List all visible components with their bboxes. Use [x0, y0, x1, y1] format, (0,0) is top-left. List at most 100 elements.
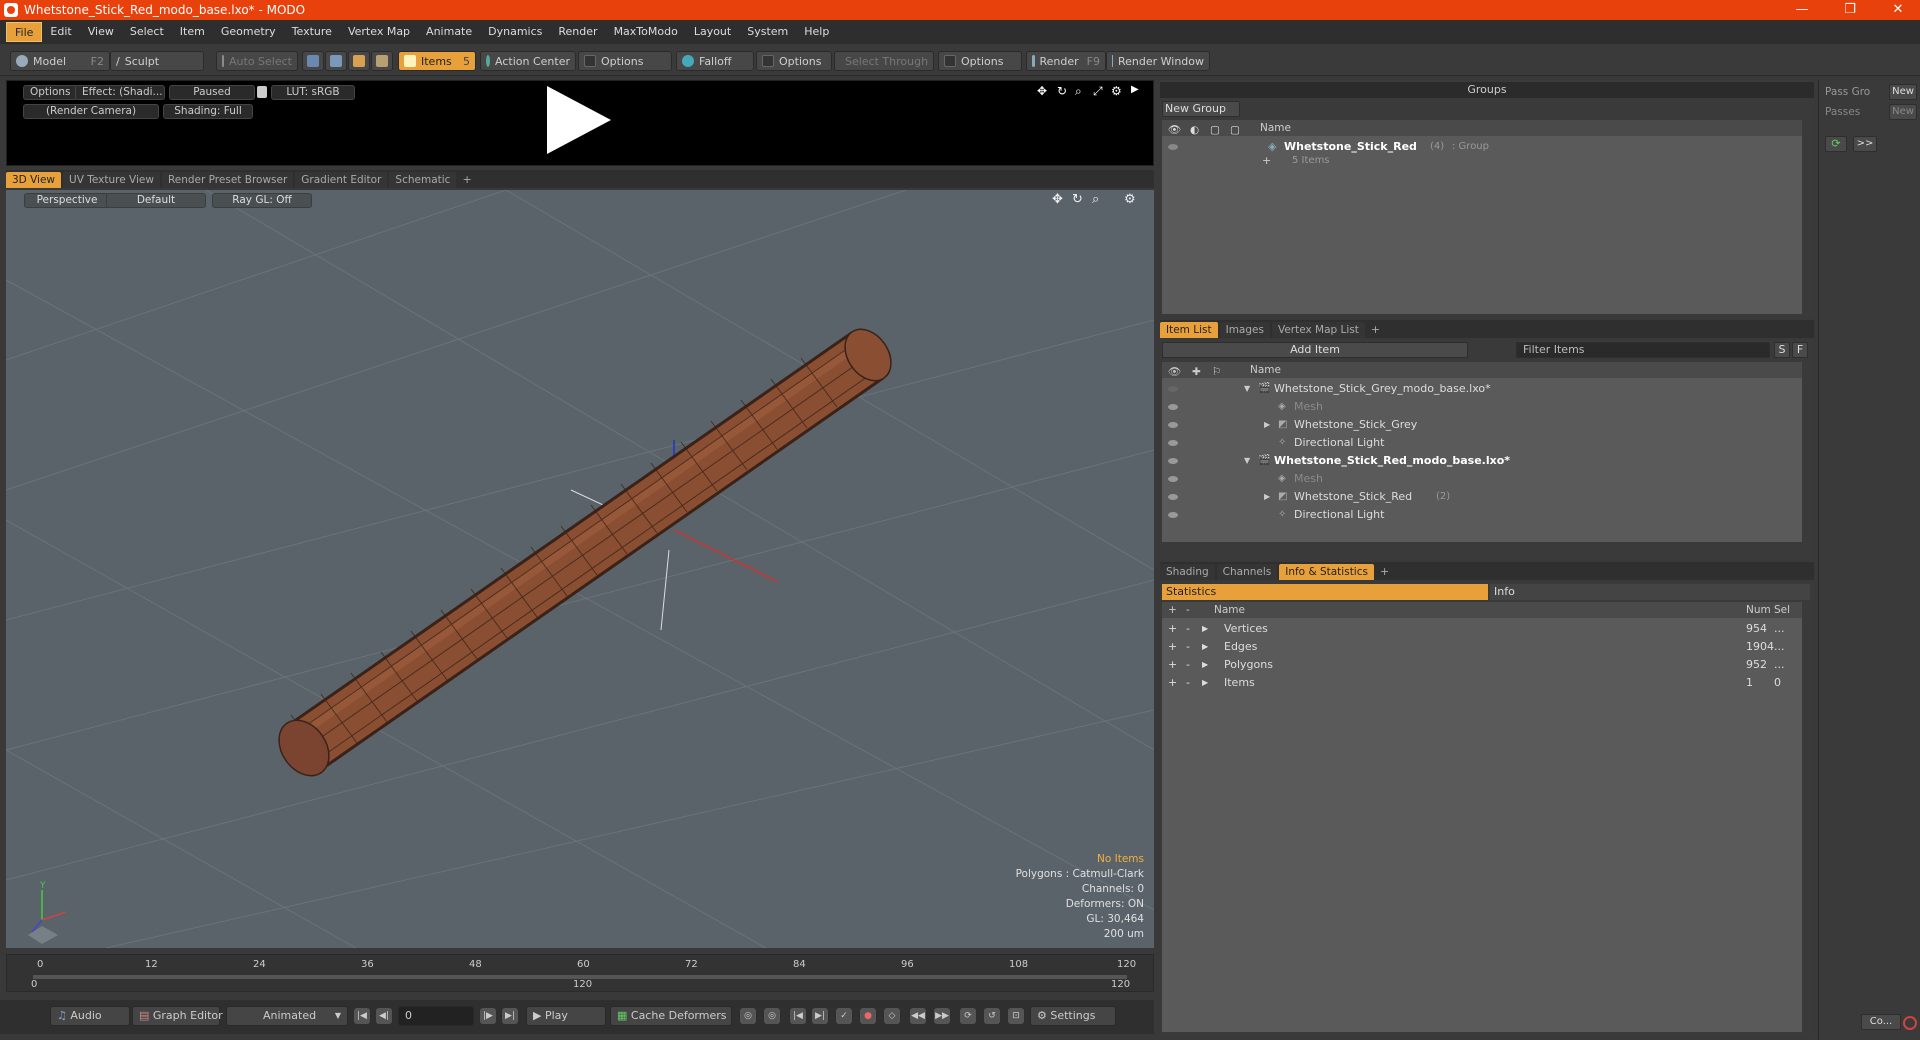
remove-icon[interactable]: -: [1186, 620, 1190, 638]
item-list-row[interactable]: ✧ Directional Light: [1162, 506, 1802, 524]
record-circle-icon[interactable]: [1903, 1016, 1917, 1030]
eye-icon[interactable]: [1168, 512, 1178, 518]
item-list-row[interactable]: ▼ 🎬 Whetstone_Stick_Grey_modo_base.lxo*: [1162, 380, 1802, 398]
add-icon[interactable]: +: [1168, 638, 1177, 656]
expand-arrow-icon[interactable]: ▶: [1264, 416, 1270, 434]
3d-viewport[interactable]: Y No Items Polygons : Catmull-Clark Chan…: [6, 190, 1154, 948]
select-through-button[interactable]: Select Through: [834, 51, 934, 71]
shading-dropdown[interactable]: Shading: Full: [163, 104, 253, 119]
expand-icon[interactable]: +: [1262, 152, 1271, 170]
tab-uv-texture-view[interactable]: UV Texture View: [63, 172, 160, 188]
tab-schematic[interactable]: Schematic: [389, 172, 457, 188]
expand-arrow-icon[interactable]: ▶: [1202, 620, 1208, 638]
item-list-row[interactable]: ◈ Mesh: [1162, 398, 1802, 416]
model-mode-button[interactable]: Model F2: [10, 51, 110, 71]
whetstone-stick-mesh[interactable]: [269, 321, 901, 786]
item-list-row[interactable]: ◈ Mesh: [1162, 470, 1802, 488]
new-pass-button[interactable]: New: [1889, 104, 1917, 120]
link-icon[interactable]: ⟳: [960, 1008, 976, 1024]
new-group-button[interactable]: New Group: [1162, 101, 1240, 117]
expand-arrow-icon[interactable]: ▶: [1202, 674, 1208, 692]
stats-row[interactable]: + - ▶ Vertices 954...: [1162, 620, 1802, 638]
render-window-button[interactable]: Render Window: [1106, 51, 1210, 71]
record-icon[interactable]: ●: [860, 1008, 876, 1024]
shading-style-dropdown[interactable]: Default: [106, 193, 206, 208]
edges-mode-button[interactable]: [325, 51, 347, 71]
tab-images[interactable]: Images: [1219, 322, 1270, 338]
eye-icon[interactable]: [1168, 386, 1178, 392]
eye-icon[interactable]: [1168, 476, 1178, 482]
co-button[interactable]: Co...: [1861, 1014, 1901, 1030]
snap-icon[interactable]: ⊡: [1008, 1008, 1024, 1024]
set-key-icon[interactable]: ✓: [836, 1008, 852, 1024]
key-options-icon[interactable]: ◇: [884, 1008, 900, 1024]
play-button[interactable]: ▶ Play: [526, 1006, 606, 1026]
falloff-options-button[interactable]: Options: [756, 51, 832, 71]
item-list-row[interactable]: ▶ ◩ Whetstone_Stick_Red (2): [1162, 488, 1802, 506]
stats-row[interactable]: + - ▶ Edges 1904...: [1162, 638, 1802, 656]
menu-file[interactable]: File: [6, 22, 43, 42]
menu-layout[interactable]: Layout: [686, 22, 739, 42]
key-icon[interactable]: ◎: [740, 1008, 756, 1024]
add-tab-icon[interactable]: +: [1376, 564, 1393, 580]
action-center-options-button[interactable]: Options: [578, 51, 672, 71]
go-to-start-icon[interactable]: |◀: [354, 1008, 370, 1024]
expand-arrow-icon[interactable]: ▼: [1244, 380, 1250, 398]
add-icon[interactable]: +: [1168, 620, 1177, 638]
prev-key-icon[interactable]: |◀: [790, 1008, 806, 1024]
lock-icon[interactable]: [257, 86, 267, 98]
auto-key-icon[interactable]: ◎: [764, 1008, 780, 1024]
falloff-button[interactable]: Falloff: [676, 51, 754, 71]
play-preview-icon[interactable]: [547, 86, 611, 154]
menu-select[interactable]: Select: [122, 22, 172, 42]
eye-icon[interactable]: [1168, 494, 1178, 500]
filter-f-button[interactable]: F: [1792, 342, 1808, 358]
statistics-table[interactable]: + - Name Num Sel + - ▶ Vertices 954... + - ▶ Edg…: [1162, 602, 1802, 1032]
tab-channels[interactable]: Channels: [1216, 564, 1278, 580]
move-icon[interactable]: ✥: [1037, 84, 1047, 98]
tab-item-list[interactable]: Item List: [1160, 322, 1218, 338]
eye-icon[interactable]: [1168, 144, 1178, 150]
fullscreen-icon[interactable]: ⤢: [1093, 84, 1103, 99]
vertices-mode-button[interactable]: [302, 51, 324, 71]
loop-icon[interactable]: ↺: [984, 1008, 1000, 1024]
add-item-button[interactable]: Add Item: [1162, 342, 1468, 358]
tab-gradient-editor[interactable]: Gradient Editor: [295, 172, 388, 188]
graph-editor-button[interactable]: ▤ Graph Editor: [132, 1006, 223, 1026]
tab-vertex-map-list[interactable]: Vertex Map List: [1271, 322, 1365, 338]
expand-arrow-icon[interactable]: ▶: [1202, 638, 1208, 656]
menu-animate[interactable]: Animate: [418, 22, 480, 42]
cache-deformers-button[interactable]: ▦ Cache Deformers: [610, 1006, 732, 1026]
add-tab-icon[interactable]: +: [458, 172, 475, 188]
audio-button[interactable]: ♫ Audio: [50, 1006, 130, 1026]
info-tab[interactable]: Info: [1490, 584, 1810, 600]
expand-arrow-icon[interactable]: ▶: [1202, 656, 1208, 674]
materials-mode-button[interactable]: [371, 51, 393, 71]
remove-icon[interactable]: -: [1186, 638, 1190, 656]
more-button[interactable]: >>: [1853, 136, 1877, 152]
next-key-icon[interactable]: ▶|: [812, 1008, 828, 1024]
frame-input[interactable]: 0: [398, 1006, 474, 1026]
stats-row[interactable]: + - ▶ Polygons 952...: [1162, 656, 1802, 674]
refresh-icon[interactable]: ⟳: [1825, 136, 1847, 152]
eye-icon[interactable]: [1168, 440, 1178, 446]
statistics-tab[interactable]: Statistics: [1162, 584, 1488, 600]
preview-options-button[interactable]: Options: [23, 85, 78, 100]
groups-list[interactable]: 👁 ◐ ▢ ▢ Name ◈ Whetstone_Stick_Red (4) :…: [1162, 120, 1802, 314]
menu-dynamics[interactable]: Dynamics: [480, 22, 550, 42]
timeline[interactable]: 0 12 24 36 48 60 72 84 96 108 120 0 120 120: [6, 954, 1154, 992]
minimize-button[interactable]: —: [1780, 0, 1824, 20]
item-list-row[interactable]: ▼ 🎬 Whetstone_Stick_Red_modo_base.lxo*: [1162, 452, 1802, 470]
previous-frame-icon[interactable]: ◀|: [376, 1008, 392, 1024]
items-mode-button[interactable]: Items 5: [398, 51, 476, 71]
tab-shading[interactable]: Shading: [1160, 564, 1215, 580]
action-center-button[interactable]: Action Center: [480, 51, 576, 71]
step-forward-icon[interactable]: ▶▶: [934, 1008, 950, 1024]
tab-render-preset-browser[interactable]: Render Preset Browser: [161, 172, 294, 188]
add-tab-icon[interactable]: +: [1367, 322, 1384, 338]
rotate-icon[interactable]: ↻: [1057, 84, 1067, 98]
eye-icon[interactable]: [1168, 422, 1178, 428]
close-button[interactable]: ✕: [1876, 0, 1920, 20]
render-button[interactable]: Render F9: [1026, 51, 1106, 71]
menu-maxtomodo[interactable]: MaxToModo: [606, 22, 686, 42]
